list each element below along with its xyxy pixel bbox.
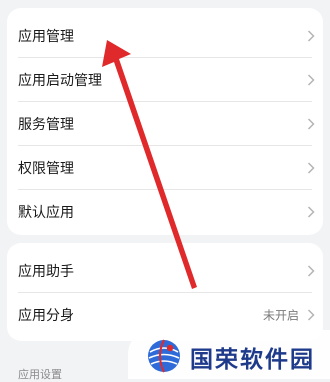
row-status-value: 未开启	[262, 308, 299, 323]
row-label: 默认应用	[18, 205, 74, 221]
settings-card-assist: 应用助手 应用分身 未开启	[7, 243, 323, 341]
globe-logo-icon	[148, 339, 180, 373]
row-label: 权限管理	[18, 161, 74, 177]
chevron-right-icon	[307, 74, 315, 86]
row-app-management[interactable]: 应用管理	[7, 14, 323, 58]
section-header-app-settings: 应用设置	[18, 368, 62, 381]
row-permission-management[interactable]: 权限管理	[7, 146, 323, 190]
chevron-right-icon	[307, 118, 315, 130]
row-label: 服务管理	[18, 117, 74, 133]
row-default-apps[interactable]: 默认应用	[7, 190, 323, 234]
chevron-right-icon	[307, 265, 315, 277]
row-service-management[interactable]: 服务管理	[7, 102, 323, 146]
chevron-right-icon	[307, 206, 315, 218]
row-label: 应用分身	[18, 308, 74, 324]
watermark-text: 国荣软件园	[190, 347, 315, 373]
watermark: 国荣软件园	[128, 330, 330, 379]
row-label: 应用管理	[18, 29, 74, 45]
row-label: 应用启动管理	[18, 73, 102, 89]
chevron-right-icon	[307, 309, 315, 321]
settings-card-main: 应用管理 应用启动管理 服务管理 权限管理 默认应用	[7, 8, 323, 235]
chevron-right-icon	[307, 162, 315, 174]
row-app-launch-management[interactable]: 应用启动管理	[7, 58, 323, 102]
row-app-assistant[interactable]: 应用助手	[7, 249, 323, 293]
row-label: 应用助手	[18, 264, 74, 280]
chevron-right-icon	[307, 30, 315, 42]
